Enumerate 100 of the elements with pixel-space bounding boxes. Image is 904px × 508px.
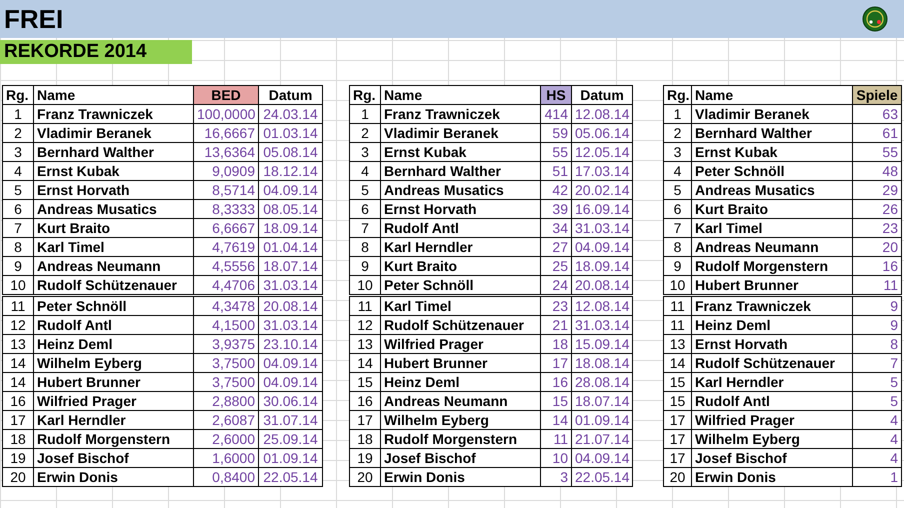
rank-cell: 19 [2, 448, 34, 468]
rank-cell: 3 [2, 142, 34, 162]
name-cell: Rudolf Schützenauer [692, 354, 852, 372]
value-cell: 9 [852, 296, 902, 316]
date-cell: 01.04.14 [258, 238, 322, 256]
date-cell: 22.05.14 [572, 468, 632, 486]
value-cell: 5 [852, 372, 902, 392]
name-cell: Karl Timel [692, 218, 852, 238]
rank-cell: 13 [2, 334, 34, 354]
rank-cell: 6 [2, 200, 34, 218]
rank-cell: 3 [350, 142, 380, 162]
date-cell: 18.09.14 [572, 256, 632, 276]
rank-cell: 9 [664, 256, 692, 276]
value-cell: 8,3333 [194, 200, 258, 218]
value-cell: 10 [540, 448, 572, 468]
sheet-subtitle: REKORDE 2014 [0, 40, 192, 64]
rank-cell: 10 [664, 276, 692, 296]
rank-cell: 17 [664, 410, 692, 430]
rank-cell: 14 [350, 354, 380, 372]
value-cell: 9,0909 [194, 162, 258, 180]
date-cell: 05.08.14 [258, 142, 322, 162]
date-cell: 18.12.14 [258, 162, 322, 180]
name-cell: Bernhard Walther [692, 124, 852, 142]
column-header: Name [34, 86, 194, 104]
value-cell: 100,0000 [194, 104, 258, 124]
value-cell: 5 [852, 392, 902, 410]
name-cell: Josef Bischof [34, 448, 194, 468]
value-cell: 48 [852, 162, 902, 180]
rank-cell: 19 [350, 448, 380, 468]
date-cell: 12.08.14 [572, 104, 632, 124]
column-header: Rg. [2, 86, 34, 104]
name-cell: Hubert Brunner [380, 354, 540, 372]
rank-cell: 16 [350, 392, 380, 410]
name-cell: Ernst Horvath [34, 180, 194, 200]
rank-cell: 11 [664, 296, 692, 316]
rank-cell: 12 [350, 316, 380, 334]
value-cell: 2,6087 [194, 410, 258, 430]
value-cell: 4,1500 [194, 316, 258, 334]
value-cell: 26 [852, 200, 902, 218]
name-cell: Ernst Kubak [34, 162, 194, 180]
date-cell: 18.07.14 [258, 256, 322, 276]
value-cell: 63 [852, 104, 902, 124]
value-cell: 4,5556 [194, 256, 258, 276]
rank-cell: 2 [664, 124, 692, 142]
name-cell: Erwin Donis [692, 468, 852, 486]
value-cell: 1 [852, 468, 902, 486]
name-cell: Ernst Horvath [692, 334, 852, 354]
name-cell: Heinz Deml [380, 372, 540, 392]
date-cell: 31.03.14 [258, 316, 322, 334]
name-cell: Erwin Donis [34, 468, 194, 486]
date-cell: 01.03.14 [258, 124, 322, 142]
date-cell: 23.10.14 [258, 334, 322, 354]
rank-cell: 17 [664, 430, 692, 448]
name-cell: Bernhard Walther [380, 162, 540, 180]
date-cell: 18.08.14 [572, 354, 632, 372]
value-cell: 16 [540, 372, 572, 392]
rank-cell: 15 [664, 372, 692, 392]
logo-icon [862, 6, 888, 32]
rank-cell: 4 [664, 162, 692, 180]
date-cell: 08.05.14 [258, 200, 322, 218]
name-cell: Wilhelm Eyberg [692, 430, 852, 448]
value-cell: 14 [540, 410, 572, 430]
name-cell: Rudolf Morgenstern [380, 430, 540, 448]
name-cell: Peter Schnöll [692, 162, 852, 180]
value-cell: 8 [852, 334, 902, 354]
name-cell: Hubert Brunner [34, 372, 194, 392]
date-cell: 18.09.14 [258, 218, 322, 238]
value-cell: 16,6667 [194, 124, 258, 142]
rank-cell: 11 [350, 296, 380, 316]
date-cell: 22.05.14 [258, 468, 322, 486]
column-header: Name [380, 86, 540, 104]
sheet-title: FREI [4, 4, 64, 34]
name-cell: Wilfried Prager [380, 334, 540, 354]
rank-cell: 5 [350, 180, 380, 200]
name-cell: Vladimir Beranek [34, 124, 194, 142]
date-cell: 17.03.14 [572, 162, 632, 180]
value-cell: 55 [540, 142, 572, 162]
date-cell: 01.09.14 [572, 410, 632, 430]
date-cell: 12.05.14 [572, 142, 632, 162]
rank-cell: 10 [350, 276, 380, 296]
date-cell: 25.09.14 [258, 430, 322, 448]
rank-cell: 8 [664, 238, 692, 256]
name-cell: Josef Bischof [380, 448, 540, 468]
rank-cell: 20 [350, 468, 380, 486]
name-cell: Wilfried Prager [692, 410, 852, 430]
date-cell: 04.09.14 [572, 238, 632, 256]
name-cell: Josef Bischof [692, 448, 852, 468]
rank-cell: 17 [2, 410, 34, 430]
name-cell: Karl Timel [34, 238, 194, 256]
date-cell: 05.06.14 [572, 124, 632, 142]
name-cell: Andreas Musatics [692, 180, 852, 200]
column-header: Spiele [852, 86, 902, 104]
date-cell: 12.08.14 [572, 296, 632, 316]
name-cell: Kurt Braito [692, 200, 852, 218]
rank-cell: 15 [350, 372, 380, 392]
rank-cell: 12 [2, 316, 34, 334]
rank-cell: 2 [350, 124, 380, 142]
name-cell: Karl Herndler [692, 372, 852, 392]
value-cell: 39 [540, 200, 572, 218]
rank-cell: 8 [2, 238, 34, 256]
